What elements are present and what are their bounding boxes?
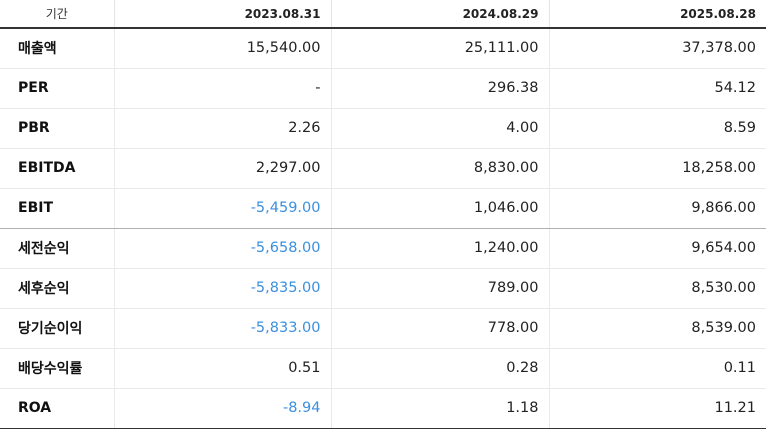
row-label: 매출액 bbox=[0, 28, 114, 69]
table-header: 기간 2023.08.31 2024.08.29 2025.08.28 bbox=[0, 0, 766, 29]
table-row-aftertax-income: 세후순익 -5,835.00 789.00 8,530.00 bbox=[0, 268, 766, 309]
cell-value: 8,539.00 bbox=[548, 308, 766, 349]
cell-value: -5,835.00 bbox=[113, 268, 331, 309]
cell-value: 9,654.00 bbox=[548, 228, 766, 269]
table-row-pretax-income: 세전순익 -5,658.00 1,240.00 9,654.00 bbox=[0, 228, 766, 269]
row-label: 배당수익률 bbox=[0, 348, 114, 389]
row-label: 세후순익 bbox=[0, 268, 114, 309]
table-row-roa: ROA -8.94 1.18 11.21 bbox=[0, 388, 766, 429]
cell-value: 8,530.00 bbox=[548, 268, 766, 309]
cell-value: -8.94 bbox=[113, 388, 331, 429]
cell-value: 296.38 bbox=[330, 68, 549, 109]
cell-value: 0.51 bbox=[113, 348, 331, 389]
cell-value: 2.26 bbox=[113, 108, 331, 149]
table-row-net-income: 당기순이익 -5,833.00 778.00 8,539.00 bbox=[0, 308, 766, 349]
cell-value: 1,240.00 bbox=[330, 228, 549, 269]
row-label: PER bbox=[0, 68, 114, 109]
cell-value: -5,833.00 bbox=[113, 308, 331, 349]
cell-value: 0.11 bbox=[548, 348, 766, 389]
table-row-dividend-yield: 배당수익률 0.51 0.28 0.11 bbox=[0, 348, 766, 389]
cell-value: 15,540.00 bbox=[113, 28, 331, 69]
cell-value: 25,111.00 bbox=[330, 28, 549, 69]
cell-value: 1,046.00 bbox=[330, 188, 549, 229]
cell-value: 11.21 bbox=[548, 388, 766, 429]
period-header-label: 기간 bbox=[0, 0, 114, 29]
cell-value: 18,258.00 bbox=[548, 148, 766, 189]
cell-value: 0.28 bbox=[330, 348, 549, 389]
cell-value: 1.18 bbox=[330, 388, 549, 429]
row-label: PBR bbox=[0, 108, 114, 149]
header-row: 기간 2023.08.31 2024.08.29 2025.08.28 bbox=[0, 0, 766, 29]
row-label: EBIT bbox=[0, 188, 114, 229]
table-row-pbr: PBR 2.26 4.00 8.59 bbox=[0, 108, 766, 149]
cell-value: 778.00 bbox=[330, 308, 549, 349]
cell-value: 9,866.00 bbox=[548, 188, 766, 229]
cell-value: 2,297.00 bbox=[113, 148, 331, 189]
cell-value: 4.00 bbox=[330, 108, 549, 149]
period-header-2025: 2025.08.28 bbox=[548, 0, 766, 29]
period-header-2024: 2024.08.29 bbox=[330, 0, 549, 29]
row-label: 당기순이익 bbox=[0, 308, 114, 349]
cell-value: - bbox=[113, 68, 331, 109]
row-label: EBITDA bbox=[0, 148, 114, 189]
table-row-revenue: 매출액 15,540.00 25,111.00 37,378.00 bbox=[0, 28, 766, 69]
cell-value: -5,658.00 bbox=[113, 228, 331, 269]
table-body: 매출액 15,540.00 25,111.00 37,378.00 PER - … bbox=[0, 28, 766, 429]
table-row-ebitda: EBITDA 2,297.00 8,830.00 18,258.00 bbox=[0, 148, 766, 189]
financial-summary-table: 기간 2023.08.31 2024.08.29 2025.08.28 매출액 … bbox=[0, 0, 766, 429]
cell-value: 8.59 bbox=[548, 108, 766, 149]
table-row-ebit: EBIT -5,459.00 1,046.00 9,866.00 bbox=[0, 188, 766, 229]
period-header-2023: 2023.08.31 bbox=[113, 0, 331, 29]
cell-value: 789.00 bbox=[330, 268, 549, 309]
cell-value: 37,378.00 bbox=[548, 28, 766, 69]
row-label: ROA bbox=[0, 388, 114, 429]
cell-value: 54.12 bbox=[548, 68, 766, 109]
table-row-per: PER - 296.38 54.12 bbox=[0, 68, 766, 109]
row-label: 세전순익 bbox=[0, 228, 114, 269]
cell-value: 8,830.00 bbox=[330, 148, 549, 189]
cell-value: -5,459.00 bbox=[113, 188, 331, 229]
